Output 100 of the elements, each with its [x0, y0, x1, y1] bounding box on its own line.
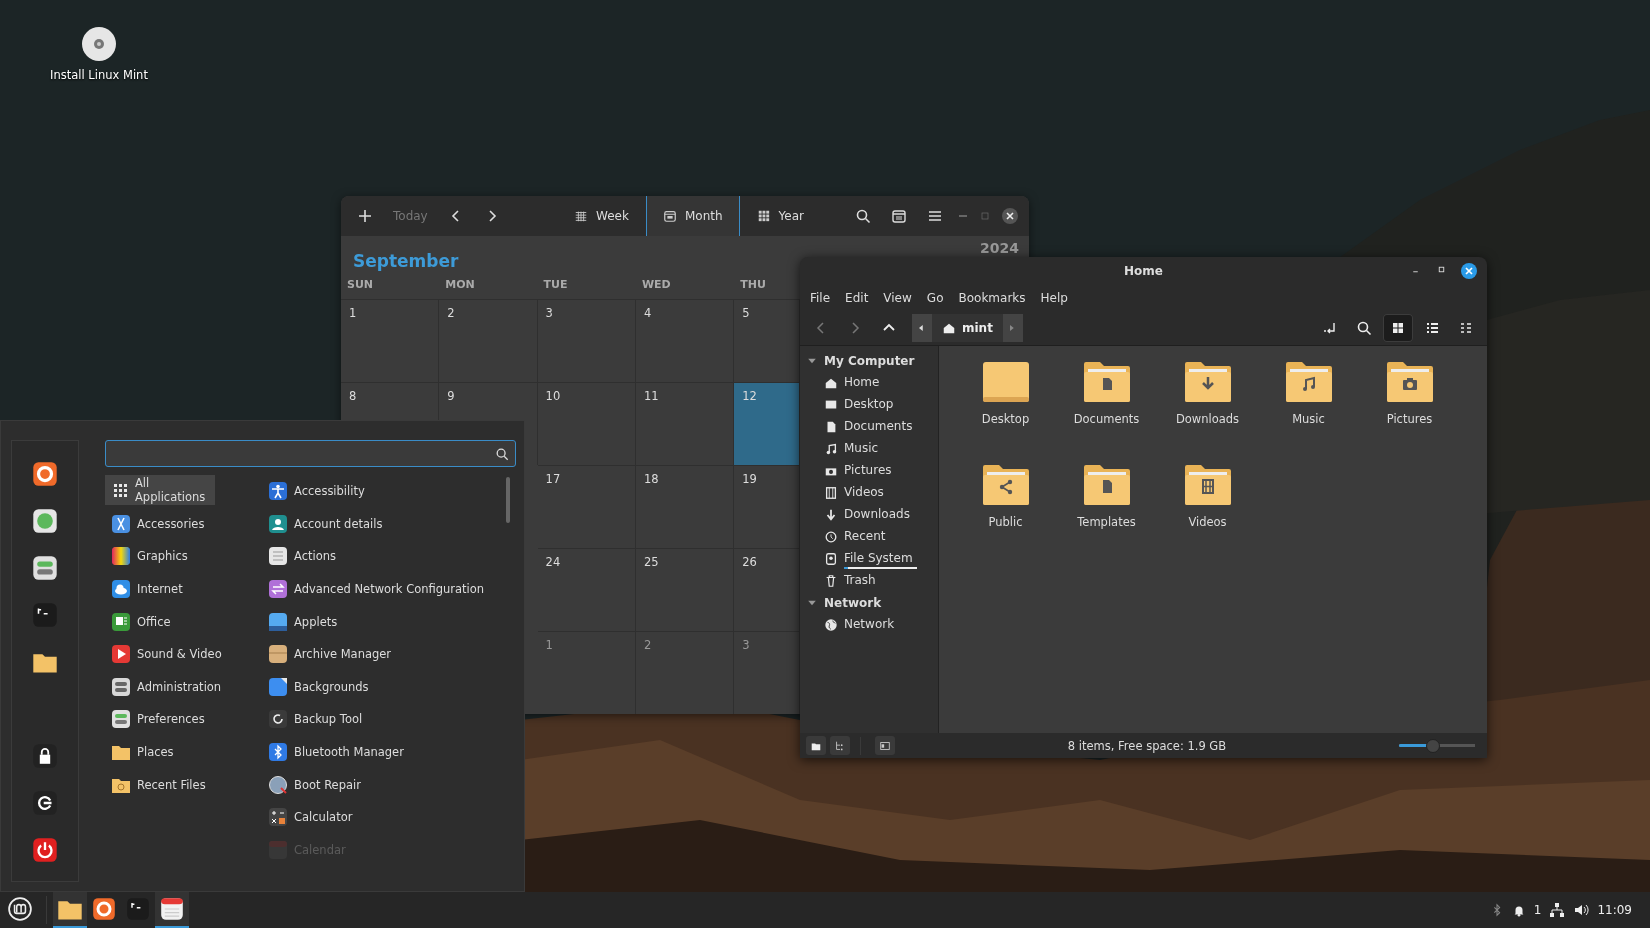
- category-item[interactable]: Sound & Video: [105, 637, 262, 671]
- folder-label[interactable]: Public: [988, 515, 1023, 529]
- folder-label[interactable]: Videos: [1188, 515, 1227, 529]
- volume-icon[interactable]: [1573, 902, 1590, 918]
- menu-item[interactable]: File: [804, 287, 837, 308]
- calculator-icon: [268, 807, 288, 828]
- page-icon: [268, 676, 288, 697]
- power-icon: [32, 837, 58, 863]
- favorite-button[interactable]: [32, 790, 58, 816]
- favorite-button[interactable]: [32, 837, 58, 863]
- view-button[interactable]: [1383, 313, 1413, 342]
- close-button[interactable]: [1459, 261, 1479, 281]
- section-header[interactable]: My Computer: [824, 354, 915, 368]
- day-cell[interactable]: 17: [537, 465, 636, 548]
- box-icon: [268, 644, 288, 665]
- lock-icon: [32, 743, 58, 769]
- category-item[interactable]: Internet: [105, 572, 262, 606]
- taskbar-launcher[interactable]: [155, 892, 189, 928]
- sidebar-item[interactable]: Desktop: [844, 397, 894, 413]
- grid-icon: [111, 481, 129, 499]
- category-item[interactable]: Places: [105, 735, 262, 769]
- app-item[interactable]: Advanced Network Configuration: [262, 572, 516, 606]
- sidebar-item[interactable]: Recent: [844, 529, 886, 545]
- view-tab[interactable]: Week: [557, 196, 646, 236]
- category-item[interactable]: Recent Files: [105, 768, 262, 801]
- year-title: 2024: [980, 240, 1019, 258]
- monitor-icon: [824, 398, 838, 412]
- clock[interactable]: 11:09: [1597, 903, 1632, 917]
- sidebar-item[interactable]: File System: [844, 551, 913, 567]
- plus-icon: [357, 208, 373, 224]
- cloud-icon: [111, 579, 131, 600]
- folder-label[interactable]: Downloads: [1175, 412, 1240, 426]
- category-item[interactable]: All Applications: [105, 475, 215, 505]
- network-icon[interactable]: [1549, 902, 1566, 918]
- category-item[interactable]: Office: [105, 605, 262, 638]
- app-item[interactable]: Backgrounds: [262, 670, 516, 704]
- menu-item[interactable]: View: [877, 287, 918, 308]
- day-cell[interactable]: 12: [734, 382, 801, 465]
- day-cell[interactable]: 3: [537, 299, 636, 382]
- category-item[interactable]: Graphics: [105, 540, 262, 573]
- app-item[interactable]: Actions: [262, 540, 516, 573]
- category-item[interactable]: Preferences: [105, 703, 262, 736]
- view-tab[interactable]: Year: [739, 196, 821, 236]
- app-item[interactable]: Backup Tool: [262, 703, 516, 736]
- scissors-icon: [111, 513, 131, 534]
- app-item[interactable]: Bluetooth Manager: [262, 735, 516, 769]
- sidebar-item[interactable]: Home: [844, 375, 880, 391]
- document-icon: [111, 611, 131, 632]
- path-left-button[interactable]: [912, 313, 932, 342]
- tree-button[interactable]: [830, 736, 850, 755]
- desktop-icon-label[interactable]: Install Linux Mint: [50, 68, 148, 82]
- folder-label[interactable]: Documents: [1073, 412, 1140, 426]
- sidebar-item[interactable]: Network: [844, 617, 895, 633]
- day-cell[interactable]: 1: [341, 299, 440, 382]
- search-field[interactable]: [105, 440, 516, 467]
- favorite-button[interactable]: [32, 743, 58, 769]
- favorite-button[interactable]: [32, 508, 58, 534]
- folder-label[interactable]: Music: [1292, 412, 1325, 426]
- day-cell[interactable]: 25: [635, 548, 735, 631]
- app-item[interactable]: Boot Repair: [262, 768, 516, 801]
- folder-label[interactable]: Templates: [1077, 515, 1136, 529]
- firefox-icon: [92, 897, 116, 921]
- day-cell[interactable]: 18: [635, 465, 735, 548]
- sidebar-item[interactable]: Pictures: [844, 463, 892, 479]
- app-item[interactable]: Applets: [262, 605, 516, 638]
- day-cell[interactable]: 24: [537, 548, 636, 631]
- view-tab[interactable]: Month: [645, 196, 740, 236]
- menu-item[interactable]: Edit: [839, 287, 875, 308]
- section-header[interactable]: Network: [824, 596, 882, 610]
- sidebar-item[interactable]: Music: [844, 441, 879, 457]
- folder-label[interactable]: Pictures: [1386, 412, 1433, 426]
- taskbar-launcher[interactable]: [53, 892, 87, 928]
- sidebar-item[interactable]: Trash: [844, 573, 876, 589]
- sidebar-item[interactable]: Videos: [844, 485, 884, 501]
- menu-item[interactable]: Help: [1034, 287, 1074, 308]
- sidebar-item[interactable]: Documents: [844, 419, 913, 435]
- category-item[interactable]: Accessories: [105, 507, 262, 541]
- app-item[interactable]: Calculator: [262, 800, 516, 834]
- scrollbar[interactable]: [506, 477, 510, 523]
- day-cell[interactable]: 2: [635, 631, 735, 714]
- sidebar-toggle-button[interactable]: [875, 736, 895, 755]
- toggles-icon: [111, 676, 131, 697]
- disc-icon[interactable]: [81, 26, 117, 62]
- app-item[interactable]: Archive Manager: [262, 637, 516, 671]
- favorite-button[interactable]: [32, 461, 58, 487]
- menu-item[interactable]: Go: [920, 287, 950, 308]
- day-cell[interactable]: 1: [537, 631, 636, 714]
- places-button[interactable]: [806, 736, 826, 755]
- favorite-button[interactable]: [32, 555, 58, 581]
- folder-label[interactable]: Desktop: [981, 412, 1030, 426]
- sidebar-icon: [879, 739, 891, 752]
- mint-logo-icon: [8, 897, 32, 921]
- day-cell[interactable]: 10: [537, 382, 636, 465]
- category-item[interactable]: Administration: [105, 670, 262, 704]
- notification-count[interactable]: 1: [1533, 903, 1542, 917]
- day-cell[interactable]: 4: [635, 299, 735, 382]
- day-cell[interactable]: 2: [439, 299, 538, 382]
- download-icon: [824, 508, 838, 522]
- menu-item[interactable]: Bookmarks: [952, 287, 1032, 308]
- sidebar-item[interactable]: Downloads: [844, 507, 910, 523]
